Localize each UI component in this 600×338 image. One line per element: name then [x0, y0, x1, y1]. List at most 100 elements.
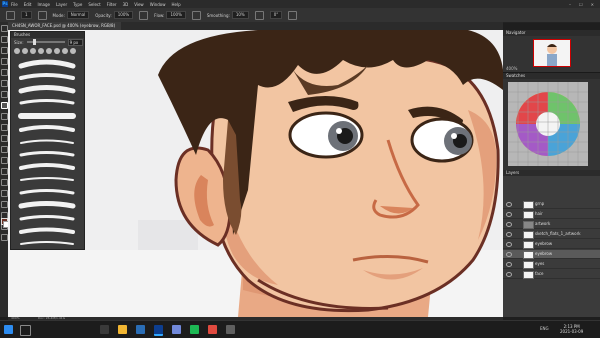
- search-icon[interactable]: [20, 325, 31, 336]
- move-tool-icon[interactable]: [0, 25, 8, 32]
- angle-input[interactable]: 0°: [269, 11, 283, 19]
- spotify-icon[interactable]: [190, 325, 199, 334]
- visibility-eye-icon[interactable]: [506, 262, 512, 267]
- flow-input[interactable]: 100%: [166, 11, 186, 19]
- brush-tip-thumbnail[interactable]: [70, 48, 76, 54]
- brush-size-slider[interactable]: [26, 39, 65, 45]
- brush-tip-thumbnail[interactable]: [46, 48, 52, 54]
- opacity-input[interactable]: 100%: [113, 11, 134, 19]
- windows-start-icon[interactable]: [4, 325, 13, 334]
- menu-select[interactable]: Select: [88, 2, 100, 7]
- brush-stroke-list[interactable]: [11, 56, 84, 251]
- menu-filter[interactable]: Filter: [107, 2, 117, 7]
- clone-stamp-tool-icon[interactable]: [0, 113, 8, 120]
- photoshop-taskbar-icon[interactable]: [154, 325, 163, 336]
- brush-tip-thumbnail[interactable]: [62, 48, 68, 54]
- pressure-opacity-toggle[interactable]: [139, 10, 149, 20]
- minimize-button[interactable]: –: [569, 2, 571, 7]
- brush-tip-thumbnail[interactable]: [38, 48, 44, 54]
- gear-icon: [254, 10, 264, 20]
- layer-row[interactable]: face: [503, 270, 600, 279]
- menu-image[interactable]: Image: [37, 2, 50, 7]
- maximize-button[interactable]: ☐: [579, 2, 583, 7]
- brush-tip-thumbnail[interactable]: [30, 48, 36, 54]
- folder-icon: [523, 221, 534, 229]
- visibility-eye-icon[interactable]: [506, 272, 512, 277]
- language-indicator[interactable]: ENG: [540, 326, 549, 331]
- mode-select[interactable]: Normal: [66, 11, 90, 19]
- brush-tool-icon[interactable]: [0, 102, 8, 109]
- navigator-thumbnail[interactable]: [533, 39, 571, 67]
- clock-date: 2021-03-09: [560, 329, 584, 334]
- layer-row[interactable]: sketch_flats_1_artwork: [503, 230, 600, 239]
- document-tab[interactable]: CH4SN_AWOR_FACE.psd @ 400% (eyebrow, RGB…: [8, 22, 122, 30]
- navigator-zoom[interactable]: 400%: [506, 66, 517, 71]
- lasso-tool-icon[interactable]: [0, 47, 8, 54]
- crop-tool-icon[interactable]: [0, 69, 8, 76]
- menu-3d[interactable]: 3D: [123, 2, 129, 7]
- steam-icon[interactable]: [136, 325, 145, 334]
- layer-row[interactable]: eyes: [503, 260, 600, 269]
- magic-wand-tool-icon[interactable]: [0, 58, 8, 65]
- close-button[interactable]: ✕: [591, 2, 594, 7]
- path-selection-tool-icon[interactable]: [0, 201, 8, 208]
- layer-row-selected[interactable]: eyebrow: [503, 250, 600, 259]
- menu-type[interactable]: Type: [73, 2, 82, 7]
- menu-window[interactable]: Window: [150, 2, 166, 7]
- smoothing-input[interactable]: 10%: [231, 11, 249, 19]
- dodge-tool-icon[interactable]: [0, 168, 8, 175]
- airbrush-icon: [191, 10, 201, 20]
- marquee-tool-icon[interactable]: [0, 36, 8, 43]
- symmetry-toggle[interactable]: [288, 10, 298, 20]
- menu-layer[interactable]: Layer: [56, 2, 67, 7]
- pen-tool-icon[interactable]: [0, 179, 8, 186]
- menu-file[interactable]: File: [11, 2, 18, 7]
- airbrush-toggle[interactable]: [191, 10, 201, 20]
- brush-size-input[interactable]: 9 px: [67, 38, 83, 46]
- gradient-tool-icon[interactable]: [0, 146, 8, 153]
- layer-row[interactable]: hair: [503, 210, 600, 219]
- discord-icon[interactable]: [172, 325, 181, 334]
- brush-tool-preset[interactable]: [6, 10, 15, 20]
- eyedropper-tool-icon[interactable]: [0, 80, 8, 87]
- brush-icon: [6, 10, 15, 20]
- system-clock[interactable]: 2:13 PM 2021-03-09: [560, 324, 583, 334]
- chrome-icon[interactable]: [208, 325, 217, 334]
- layer-row[interactable]: eyebrow: [503, 240, 600, 249]
- visibility-eye-icon[interactable]: [506, 252, 512, 257]
- menu-view[interactable]: View: [134, 2, 144, 7]
- visibility-eye-icon[interactable]: [506, 212, 512, 217]
- file-explorer-icon[interactable]: [118, 325, 127, 334]
- app-icon[interactable]: [226, 325, 235, 334]
- brush-tip-thumbnail[interactable]: [22, 48, 28, 54]
- layer-row[interactable]: grnp: [503, 200, 600, 209]
- menu-help[interactable]: Help: [171, 2, 180, 7]
- layer-name: sketch_flats_1_artwork: [535, 231, 581, 236]
- brush-tip-thumbnail[interactable]: [54, 48, 60, 54]
- eraser-tool-icon[interactable]: [0, 135, 8, 142]
- menu-edit[interactable]: Edit: [24, 2, 32, 7]
- window-controls: – ☐ ✕: [569, 2, 594, 7]
- layer-row[interactable]: artwork: [503, 220, 600, 229]
- color-swatch-grid[interactable]: [503, 79, 600, 170]
- type-tool-icon[interactable]: [0, 190, 8, 197]
- smoothing-label: Smoothing:: [206, 12, 230, 18]
- zoom-tool-icon[interactable]: [0, 234, 8, 241]
- visibility-eye-icon[interactable]: [506, 242, 512, 247]
- taskview-icon[interactable]: [100, 325, 109, 334]
- blur-tool-icon[interactable]: [0, 157, 8, 164]
- brush-tip-thumbnail[interactable]: [14, 48, 20, 54]
- brush-size-slider-knob[interactable]: [32, 39, 36, 45]
- history-brush-tool-icon[interactable]: [0, 124, 8, 131]
- healing-tool-icon[interactable]: [0, 91, 8, 98]
- document-tab-bar: CH4SN_AWOR_FACE.psd @ 400% (eyebrow, RGB…: [8, 22, 503, 30]
- visibility-eye-icon[interactable]: [506, 222, 512, 227]
- layer-thumbnail: [523, 261, 534, 269]
- brush-settings-toggle[interactable]: [37, 10, 47, 20]
- layer-thumbnail: [523, 231, 534, 239]
- brush-size-picker[interactable]: 1: [21, 11, 32, 19]
- visibility-eye-icon[interactable]: [506, 202, 512, 207]
- layer-thumbnail: [523, 201, 534, 209]
- smoothing-settings[interactable]: [254, 10, 264, 20]
- visibility-eye-icon[interactable]: [506, 232, 512, 237]
